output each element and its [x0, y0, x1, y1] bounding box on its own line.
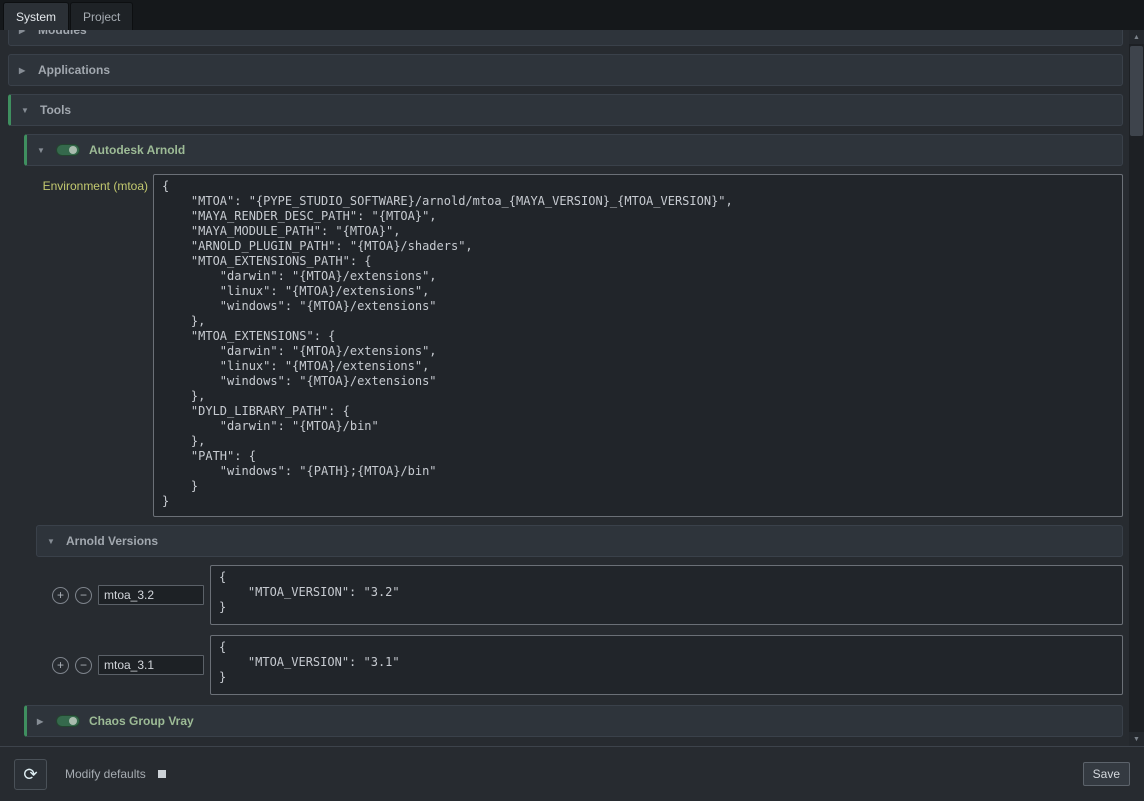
group-title-autodesk-arnold: Autodesk Arnold — [89, 143, 185, 157]
section-header-modules[interactable]: ▶ Modules — [8, 30, 1123, 46]
modify-defaults-label: Modify defaults — [65, 767, 146, 781]
version-row-mtoa-3-1: + − { "MTOA_VERSION": "3.1" } — [52, 635, 1123, 695]
chevron-right-icon: ▶ — [37, 717, 47, 726]
chevron-down-icon: ▼ — [37, 146, 47, 155]
version-name-input[interactable] — [98, 655, 204, 675]
version-json-editor[interactable]: { "MTOA_VERSION": "3.2" } — [210, 565, 1123, 625]
main-area: ▶ Modules ▶ Applications ▼ Tools ▼ Autod… — [0, 30, 1144, 746]
group-header-chaos-group-vray[interactable]: ▶ Chaos Group Vray — [24, 705, 1123, 737]
version-row-mtoa-3-2: + − { "MTOA_VERSION": "3.2" } — [52, 565, 1123, 625]
version-name-input[interactable] — [98, 585, 204, 605]
section-label-arnold-versions: Arnold Versions — [66, 534, 158, 548]
refresh-icon: ⟳ — [23, 765, 37, 784]
add-version-button[interactable]: + — [52, 587, 69, 604]
environment-label: Environment (mtoa) — [32, 174, 148, 517]
environment-field-row: Environment (mtoa) { "MTOA": "{PYPE_STUD… — [32, 174, 1123, 517]
scroll-up-arrow-icon[interactable]: ▲ — [1129, 30, 1144, 44]
remove-version-button[interactable]: − — [75, 657, 92, 674]
section-header-applications[interactable]: ▶ Applications — [8, 54, 1123, 86]
scroll-down-arrow-icon[interactable]: ▼ — [1129, 732, 1144, 746]
group-title-chaos-group-vray: Chaos Group Vray — [89, 714, 194, 728]
section-label-modules: Modules — [38, 30, 87, 37]
environment-json-editor[interactable]: { "MTOA": "{PYPE_STUDIO_SOFTWARE}/arnold… — [153, 174, 1123, 517]
refresh-button[interactable]: ⟳ — [14, 759, 47, 790]
enabled-toggle[interactable] — [56, 715, 80, 727]
section-label-tools: Tools — [40, 103, 71, 117]
add-version-button[interactable]: + — [52, 657, 69, 674]
version-json-editor[interactable]: { "MTOA_VERSION": "3.1" } — [210, 635, 1123, 695]
section-header-arnold-versions[interactable]: ▼ Arnold Versions — [36, 525, 1123, 557]
tab-project[interactable]: Project — [70, 2, 133, 30]
vertical-scrollbar[interactable]: ▲ ▼ — [1129, 30, 1144, 746]
settings-window: System Project ▶ Modules ▶ Applications … — [0, 0, 1144, 801]
tab-system[interactable]: System — [3, 2, 69, 30]
footer-bar: ⟳ Modify defaults Save — [0, 746, 1144, 801]
group-header-autodesk-arnold[interactable]: ▼ Autodesk Arnold — [24, 134, 1123, 166]
modify-defaults-checkbox[interactable] — [158, 770, 166, 778]
chevron-right-icon: ▶ — [19, 30, 29, 35]
chevron-down-icon: ▼ — [21, 106, 31, 115]
chevron-down-icon: ▼ — [47, 537, 57, 546]
enabled-toggle[interactable] — [56, 144, 80, 156]
remove-version-button[interactable]: − — [75, 587, 92, 604]
settings-scroll-area: ▶ Modules ▶ Applications ▼ Tools ▼ Autod… — [0, 30, 1129, 746]
section-label-applications: Applications — [38, 63, 110, 77]
scrollbar-thumb[interactable] — [1130, 46, 1143, 136]
section-header-tools[interactable]: ▼ Tools — [8, 94, 1123, 126]
top-tab-bar: System Project — [0, 0, 1144, 30]
chevron-right-icon: ▶ — [19, 66, 29, 75]
save-button[interactable]: Save — [1083, 762, 1130, 786]
